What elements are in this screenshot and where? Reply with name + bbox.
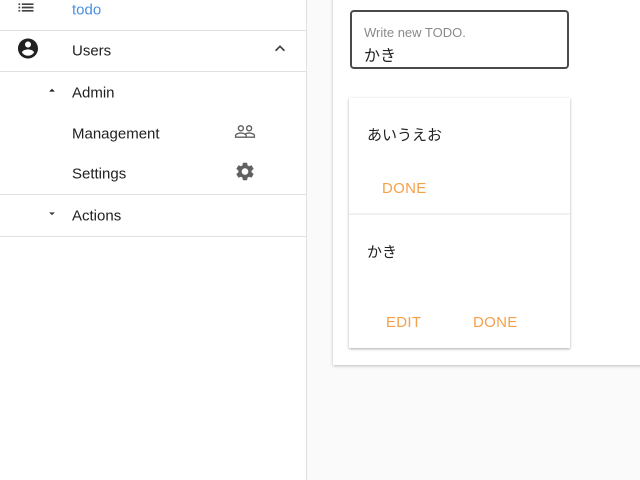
sidebar-item-label: Settings	[72, 165, 127, 183]
done-button[interactable]: DONE	[473, 314, 518, 331]
sidebar-item-management[interactable]: Management	[0, 113, 307, 154]
sidebar-item-actions[interactable]: Actions	[0, 196, 307, 237]
new-todo-value[interactable]: かき	[364, 42, 396, 66]
edit-button[interactable]: EDIT	[386, 314, 421, 331]
sidebar-nav: todo Users Admin Management Settings Act…	[0, 0, 307, 480]
card-divider	[349, 214, 570, 215]
new-todo-input[interactable]: Write new TODO. かき	[350, 10, 569, 69]
sidebar-item-settings[interactable]: Settings	[0, 154, 307, 195]
todo-card: あいうえお DONE	[349, 98, 570, 214]
triangle-up-icon	[45, 83, 59, 102]
account-circle-icon	[16, 37, 40, 66]
triangle-down-icon	[45, 207, 59, 226]
sidebar-item-label: Actions	[72, 207, 122, 225]
sidebar-item-label: Admin	[72, 84, 115, 101]
done-button[interactable]: DONE	[382, 180, 427, 197]
sidebar-item-label: Users	[72, 42, 112, 60]
todo-text: あいうえお	[367, 127, 443, 144]
new-todo-label: Write new TODO.	[364, 25, 466, 40]
sidebar-item-label: todo	[72, 1, 102, 19]
gear-icon	[234, 161, 256, 188]
sidebar-item-todo[interactable]: todo	[0, 0, 307, 31]
chevron-up-icon[interactable]	[270, 39, 290, 64]
todo-text: かき	[367, 244, 398, 261]
todo-card: かき EDIT DONE	[349, 214, 570, 348]
list-icon	[16, 0, 36, 23]
sidebar-item-label: Management	[72, 125, 160, 142]
people-outline-icon	[234, 120, 256, 147]
sidebar-item-admin[interactable]: Admin	[0, 72, 307, 113]
sidebar-item-users[interactable]: Users	[0, 31, 307, 72]
